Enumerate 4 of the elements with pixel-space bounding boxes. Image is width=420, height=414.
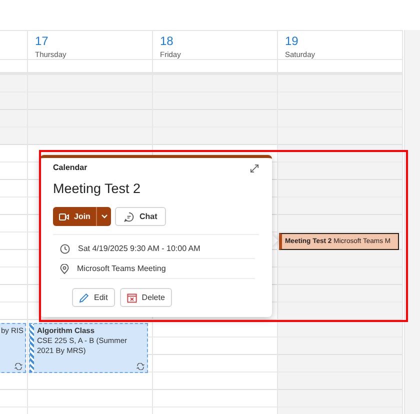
calendar-label: Calendar	[53, 163, 88, 173]
event-time: Sat 4/19/2025 9:30 AM - 10:00 AM	[78, 242, 200, 254]
event-location: Microsoft Teams Meeting	[77, 262, 166, 274]
event-title: Meeting Test 2	[53, 181, 142, 197]
